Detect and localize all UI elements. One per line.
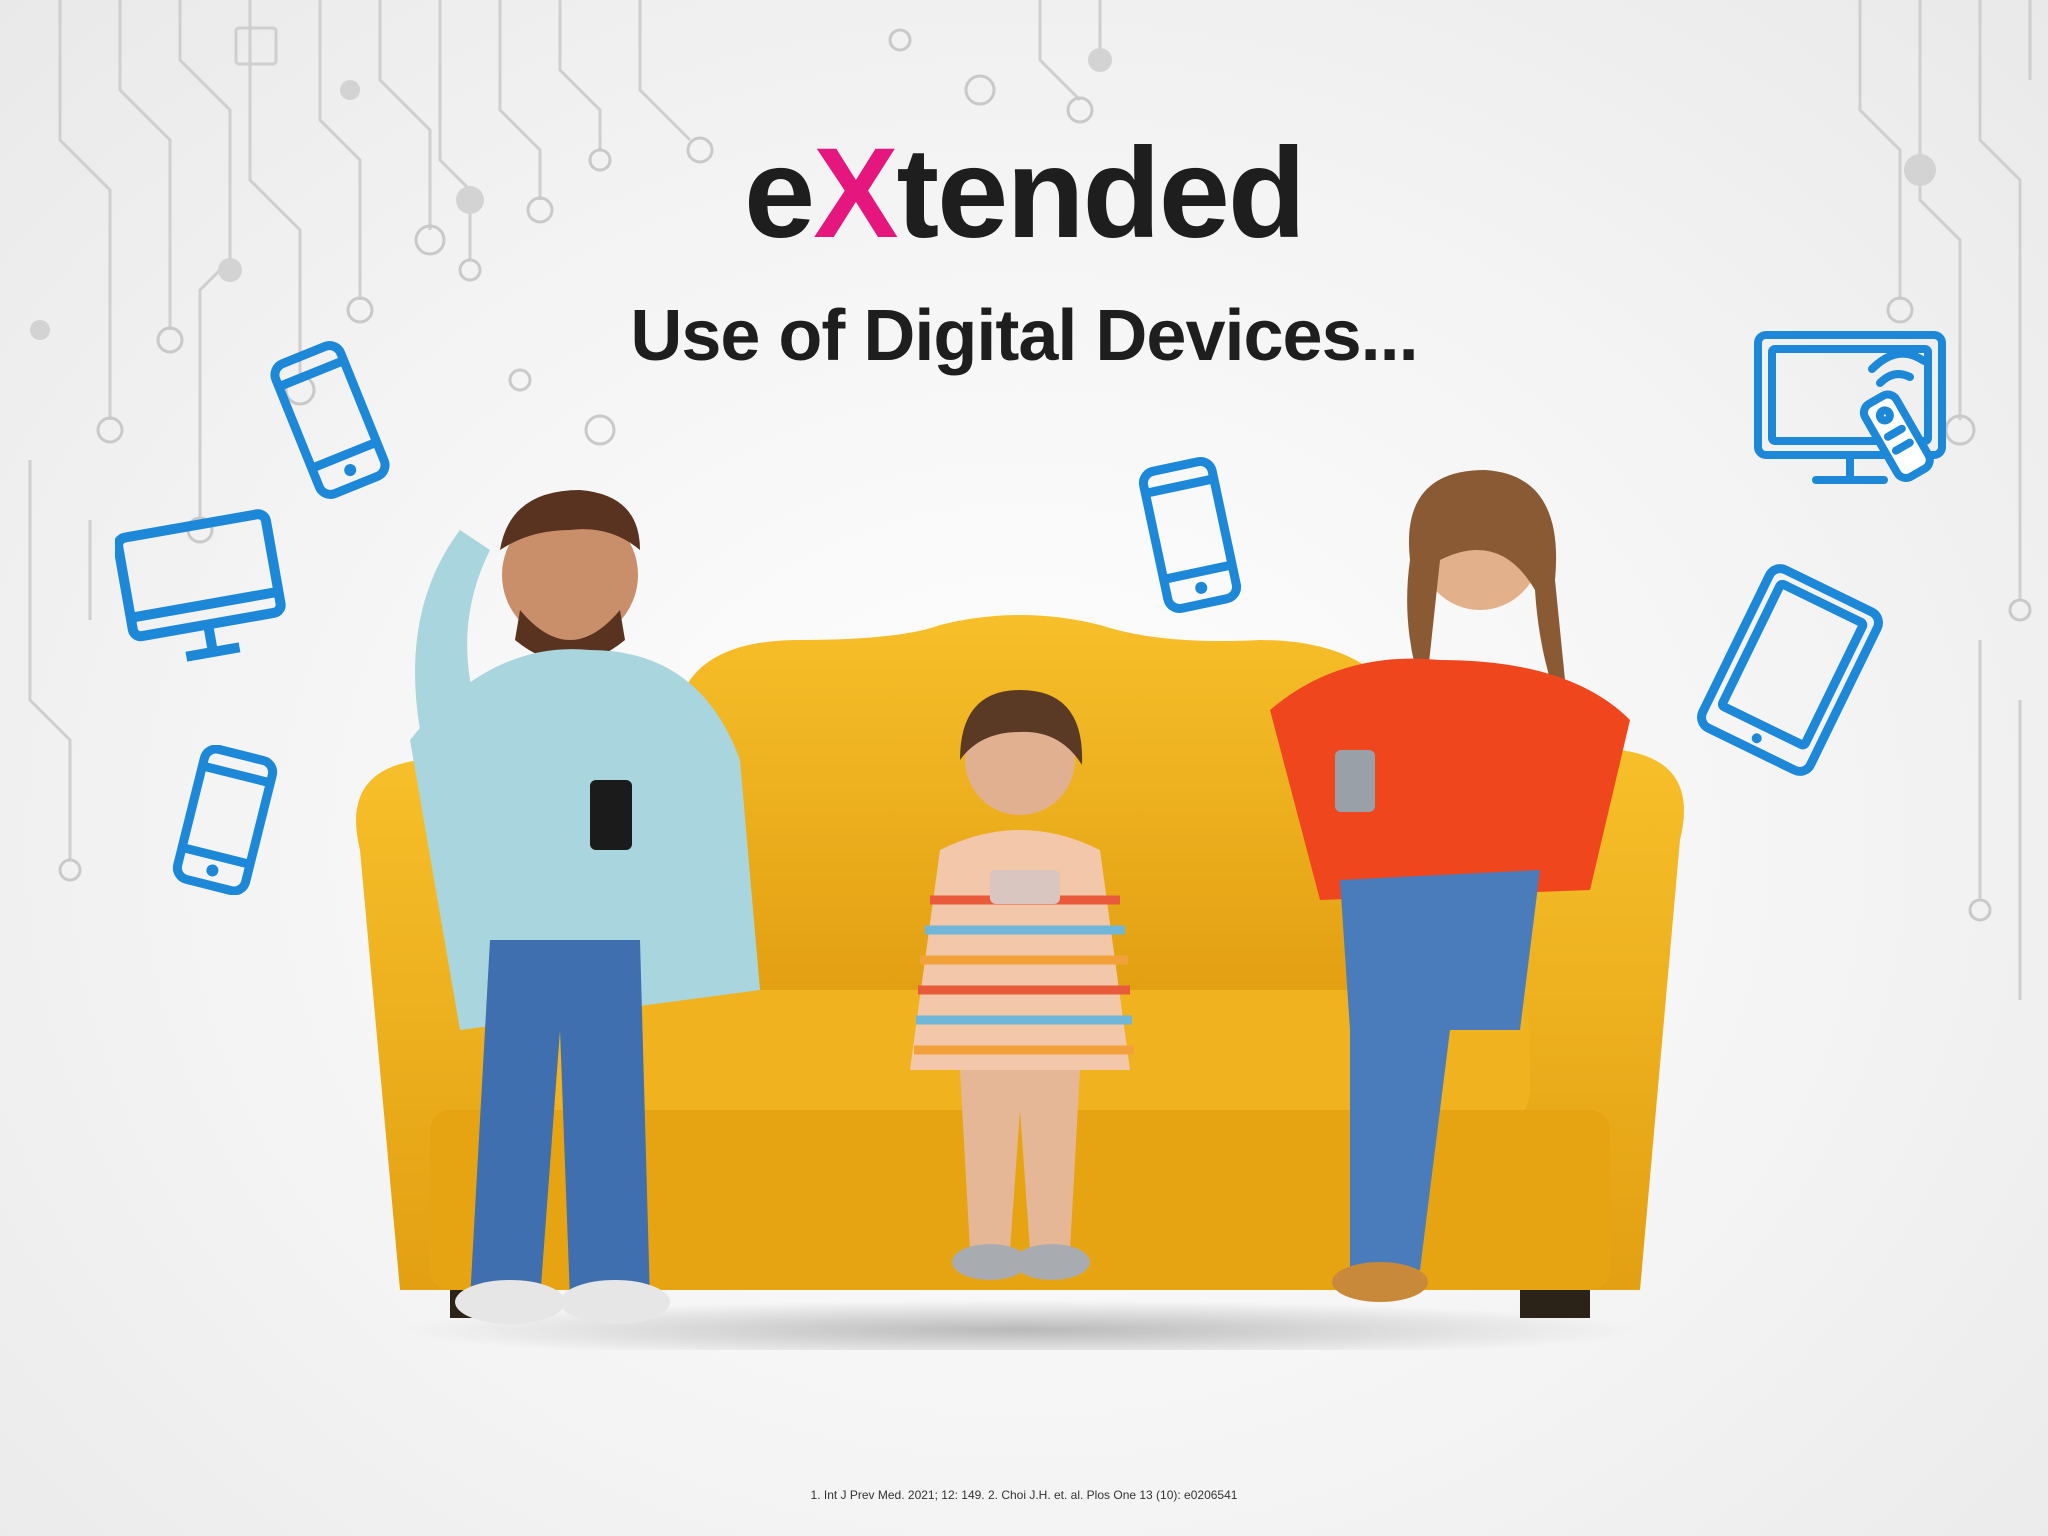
family-on-sofa-illustration — [356, 470, 1684, 1350]
smartphone-icon — [172, 745, 278, 895]
tablet-icon — [1697, 564, 1883, 776]
headline-prefix: e — [743, 122, 815, 265]
headline-suffix: tended — [896, 122, 1307, 265]
headline-accent: X — [813, 122, 898, 265]
tv-remote-icon — [1754, 331, 1946, 484]
desktop-monitor-icon — [115, 509, 286, 662]
headline: eXtended — [0, 130, 2048, 258]
references-footnote: 1. Int J Prev Med. 2021; 12: 149. 2. Cho… — [810, 1488, 1238, 1502]
